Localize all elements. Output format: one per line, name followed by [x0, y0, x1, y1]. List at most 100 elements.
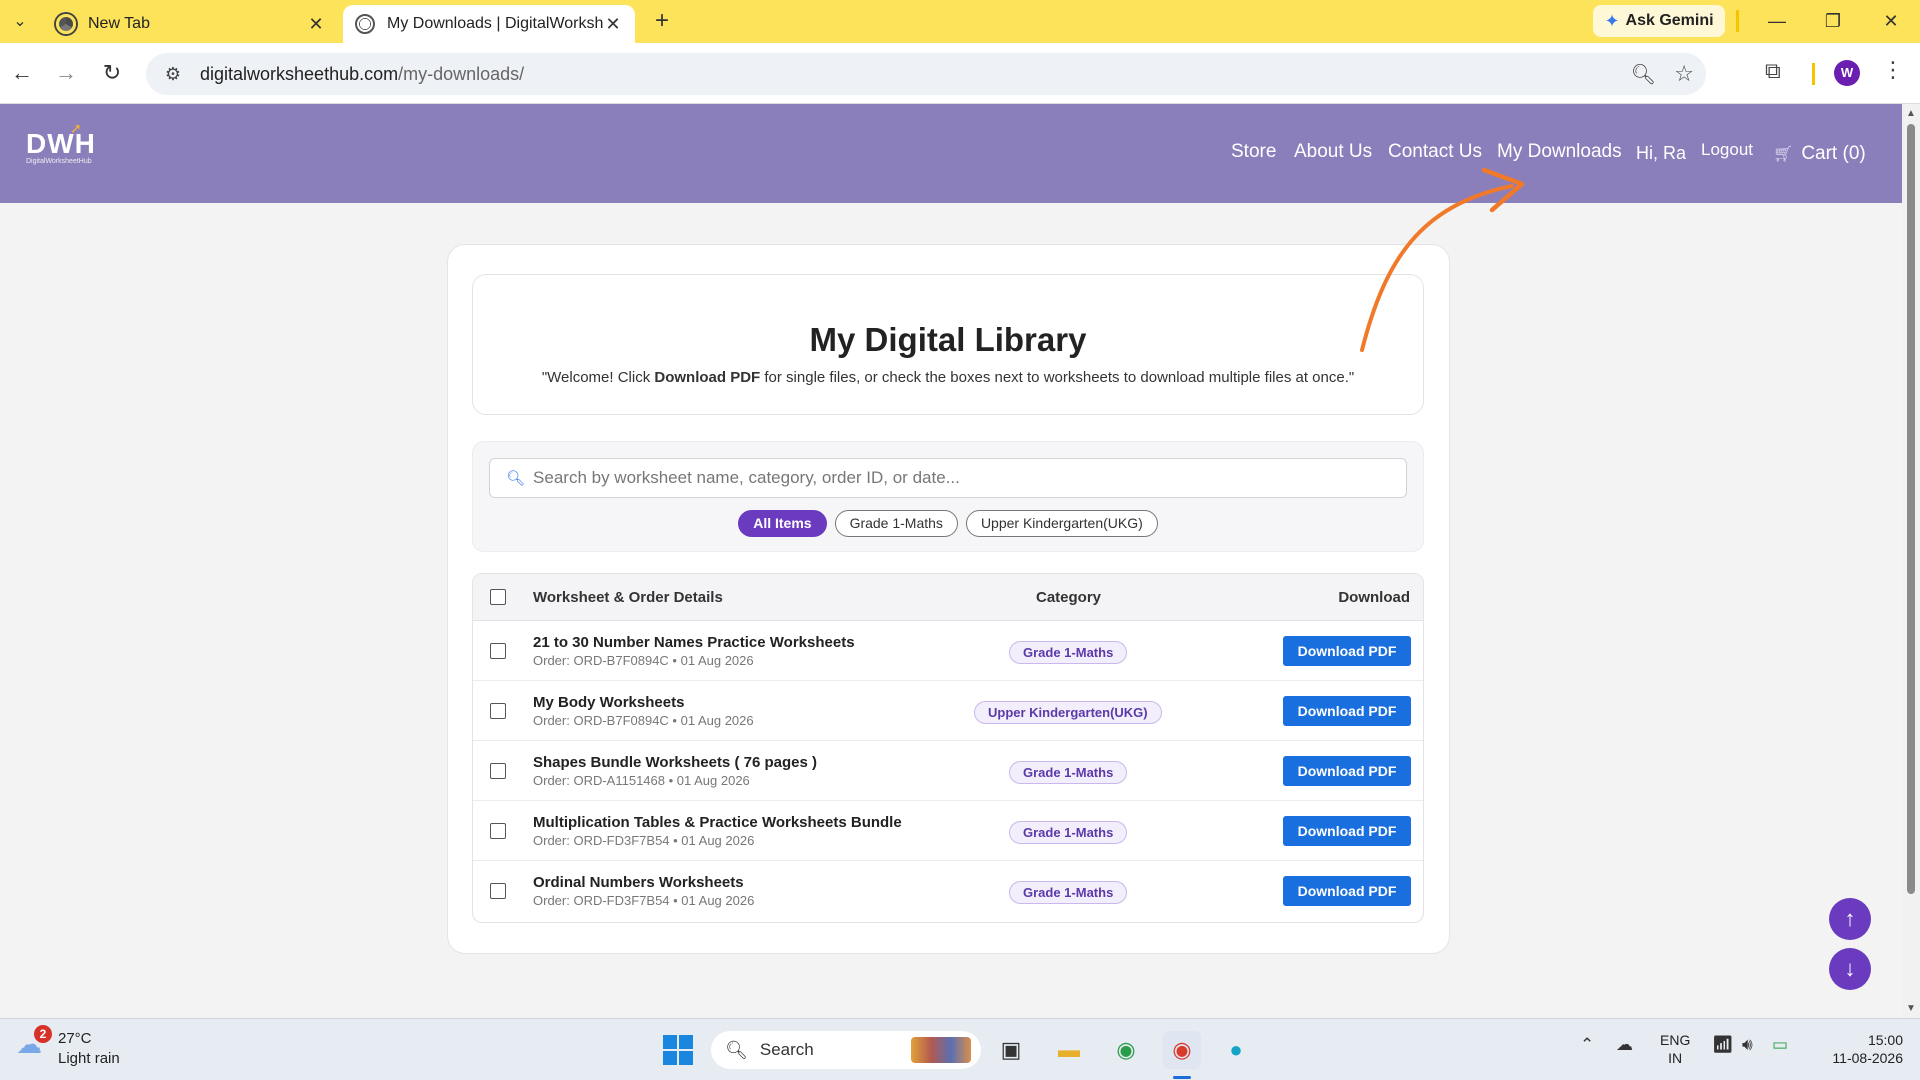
worksheet-name: Shapes Bundle Worksheets ( 76 pages )	[533, 754, 817, 771]
new-tab-plus-icon[interactable]: +	[648, 8, 676, 36]
divider	[1812, 63, 1815, 85]
extensions-puzzle-icon[interactable]: ⧉	[1765, 58, 1781, 84]
close-icon[interactable]: ✕	[603, 14, 623, 35]
task-view-icon[interactable]: ▣	[992, 1031, 1030, 1069]
address-bar[interactable]: ⚙ digitalworksheethub.com/my-downloads/ …	[146, 53, 1706, 95]
window-close-icon[interactable]: ✕	[1871, 6, 1911, 36]
clock[interactable]: 15:00 11-08-2026	[1815, 1031, 1903, 1067]
download-pdf-button[interactable]: Download PDF	[1283, 816, 1411, 846]
nav-contact-us[interactable]: Contact Us	[1388, 141, 1482, 163]
search-input[interactable]	[533, 468, 1406, 488]
select-all-checkbox[interactable]	[490, 589, 506, 605]
table-header: Worksheet & Order Details Category Downl…	[473, 574, 1423, 621]
worksheet-name: Multiplication Tables & Practice Workshe…	[533, 814, 902, 831]
tab-search-chevron-icon[interactable]: ⌄	[8, 10, 32, 34]
worksheet-name: My Body Worksheets	[533, 694, 685, 711]
globe-icon	[355, 14, 375, 34]
browser-menu-icon[interactable]: ⋮	[1882, 57, 1904, 83]
taskbar-search[interactable]: 🔍︎ Search	[711, 1031, 981, 1069]
row-checkbox[interactable]	[490, 883, 506, 899]
nav-logout[interactable]: Logout	[1701, 140, 1753, 160]
category-badge: Grade 1-Maths	[1009, 761, 1128, 784]
table-row: Ordinal Numbers Worksheets Order: ORD-FD…	[473, 861, 1423, 921]
filter-ukg[interactable]: Upper Kindergarten(UKG)	[965, 510, 1158, 537]
logo-swoosh-icon: ➚	[70, 120, 82, 136]
ask-gemini-button[interactable]: ✦ Ask Gemini	[1593, 5, 1725, 37]
show-hidden-icons-chevron-icon[interactable]: ⌃	[1580, 1035, 1594, 1055]
windows-start-icon[interactable]	[659, 1031, 697, 1069]
category-badge: Grade 1-Maths	[1009, 821, 1128, 844]
minimize-icon[interactable]: —	[1757, 6, 1797, 36]
welcome-text: "Welcome! Click	[541, 369, 655, 386]
page-title: My Digital Library	[809, 321, 1087, 358]
column-header-details: Worksheet & Order Details	[533, 589, 723, 606]
row-checkbox[interactable]	[490, 703, 506, 719]
download-pdf-button[interactable]: Download PDF	[1283, 876, 1411, 906]
worksheet-name: 21 to 30 Number Names Practice Worksheet…	[533, 634, 855, 651]
filter-all-items[interactable]: All Items	[738, 510, 827, 537]
chrome-active-icon[interactable]: ◉	[1163, 1031, 1201, 1069]
category-badge: Grade 1-Maths	[1009, 881, 1128, 904]
page-scrollbar[interactable]: ▲ ▼	[1902, 104, 1920, 1018]
language-code: ENG	[1660, 1032, 1691, 1048]
row-checkbox[interactable]	[490, 763, 506, 779]
taskbar-search-label: Search	[759, 1040, 814, 1059]
filter-grade-1-maths[interactable]: Grade 1-Maths	[834, 510, 958, 537]
scroll-up-arrow-icon[interactable]: ▲	[1906, 108, 1916, 119]
filter-chips: All Items Grade 1-Maths Upper Kindergart…	[473, 510, 1423, 537]
zoom-icon[interactable]: 🔍︎	[1631, 62, 1656, 87]
nav-cart[interactable]: 🛒︎ Cart (0)	[1773, 143, 1866, 165]
scroll-to-top-button[interactable]: ↑	[1829, 898, 1871, 940]
file-explorer-icon[interactable]: ▬	[1050, 1031, 1088, 1069]
row-checkbox[interactable]	[490, 643, 506, 659]
restore-icon[interactable]: ❐	[1813, 6, 1853, 36]
scroll-down-arrow-icon[interactable]: ▼	[1906, 1003, 1916, 1014]
wifi-icon[interactable]: 📶︎	[1712, 1035, 1734, 1055]
profile-avatar[interactable]: W	[1834, 60, 1860, 86]
welcome-message: "Welcome! Click Download PDF for single …	[473, 369, 1423, 386]
bookmark-star-icon[interactable]: ☆	[1674, 61, 1694, 87]
weather-widget[interactable]: ☁ 2 27°C Light rain	[16, 1025, 120, 1069]
logo-mark: DWH	[26, 128, 96, 159]
download-pdf-button[interactable]: Download PDF	[1283, 696, 1411, 726]
download-pdf-button[interactable]: Download PDF	[1283, 756, 1411, 786]
search-panel: 🔍︎ All Items Grade 1-Maths Upper Kinderg…	[472, 441, 1424, 552]
tab-new-tab[interactable]: New Tab ✕	[44, 5, 338, 43]
search-highlight-image	[911, 1037, 971, 1063]
scrollbar-thumb[interactable]	[1907, 124, 1915, 894]
active-app-indicator	[1173, 1076, 1191, 1079]
download-pdf-button[interactable]: Download PDF	[1283, 636, 1411, 666]
language-indicator[interactable]: ENG IN	[1660, 1031, 1690, 1067]
reload-icon[interactable]: ↻	[96, 57, 128, 89]
nav-my-downloads[interactable]: My Downloads	[1497, 141, 1622, 163]
scroll-to-bottom-button[interactable]: ↓	[1829, 948, 1871, 990]
close-icon[interactable]: ✕	[306, 14, 326, 35]
clock-date: 11-08-2026	[1832, 1050, 1903, 1066]
column-header-download: Download	[1338, 589, 1410, 606]
welcome-text: for single files, or check the boxes nex…	[760, 369, 1355, 386]
user-greeting: Hi, Ra	[1636, 143, 1687, 163]
volume-icon[interactable]: 🔊︎	[1742, 1035, 1753, 1055]
forward-arrow-icon[interactable]: →	[50, 57, 82, 89]
chrome-profile-icon[interactable]: ◉	[1107, 1031, 1145, 1069]
order-details: Order: ORD-FD3F7B54 • 01 Aug 2026	[533, 893, 755, 908]
battery-icon[interactable]: ▭	[1772, 1035, 1788, 1055]
site-logo[interactable]: DWH DigitalWorksheetHub ➚	[26, 120, 96, 165]
nav-store[interactable]: Store	[1231, 141, 1276, 163]
table-row: Shapes Bundle Worksheets ( 76 pages ) Or…	[473, 741, 1423, 801]
tab-my-downloads[interactable]: My Downloads | DigitalWorkshe ✕	[343, 5, 635, 43]
order-details: Order: ORD-A1151468 • 01 Aug 2026	[533, 773, 750, 788]
category-badge: Grade 1-Maths	[1009, 641, 1128, 664]
onedrive-offline-icon[interactable]: ☁	[1616, 1035, 1633, 1055]
tab-title: My Downloads | DigitalWorkshe	[387, 15, 603, 32]
row-checkbox[interactable]	[490, 823, 506, 839]
clock-time: 15:00	[1867, 1032, 1903, 1048]
back-arrow-icon[interactable]: ←	[6, 57, 38, 89]
site-settings-icon[interactable]: ⚙	[158, 64, 188, 85]
tab-title: New Tab	[88, 15, 150, 32]
nav-about-us[interactable]: About Us	[1294, 141, 1372, 163]
category-badge: Upper Kindergarten(UKG)	[974, 701, 1162, 724]
weather-description: Light rain	[58, 1050, 120, 1067]
url-text: digitalworksheethub.com/my-downloads/	[200, 64, 524, 85]
canva-icon[interactable]: ●	[1217, 1031, 1255, 1069]
